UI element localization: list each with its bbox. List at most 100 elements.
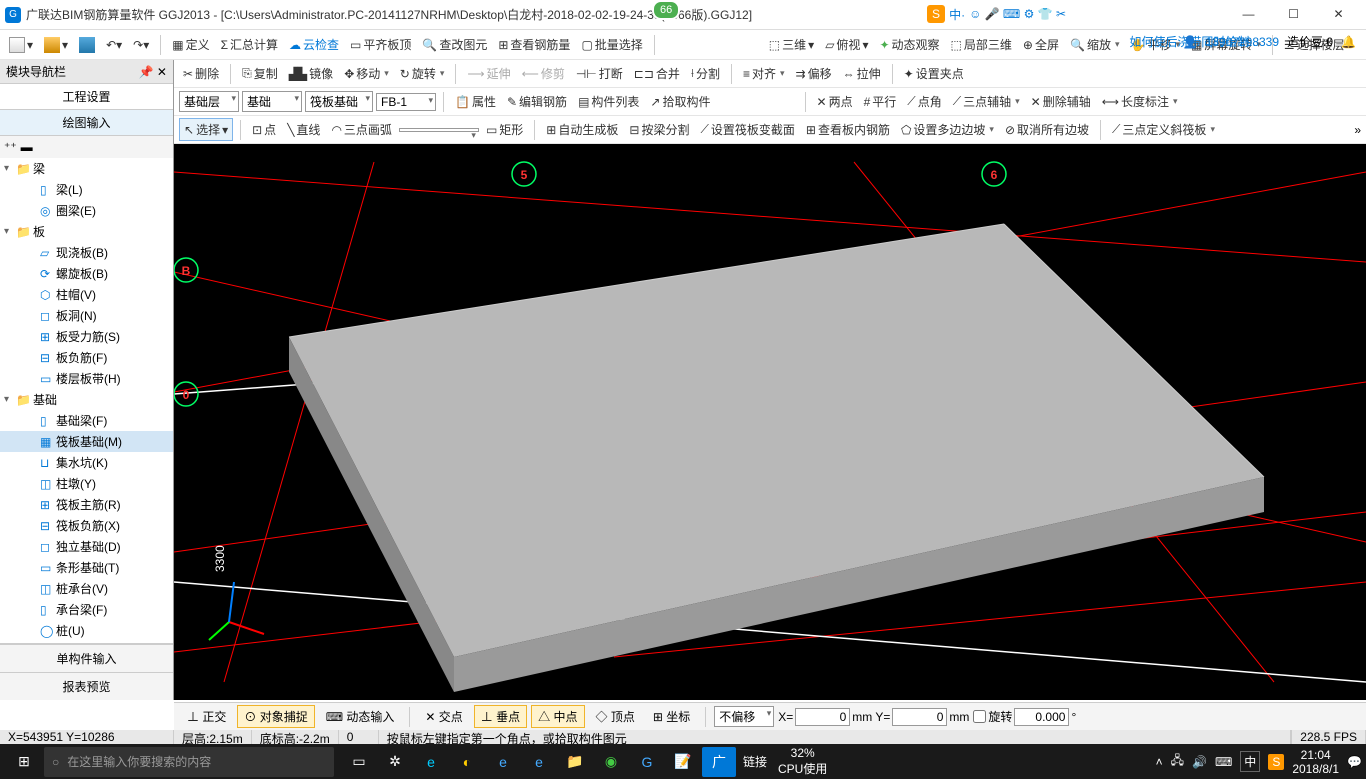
new-file-button[interactable]: ▾ bbox=[5, 35, 37, 55]
undo-button[interactable]: ↶▾ bbox=[102, 36, 126, 54]
select-tool[interactable]: ↖ 选择 ▾ bbox=[179, 118, 233, 141]
trim-button[interactable]: ⟵ 修剪 bbox=[518, 63, 569, 84]
rotate-button[interactable]: ↻ 旋转 bbox=[396, 63, 449, 84]
tree-slab-hole[interactable]: ◻板洞(N) bbox=[0, 305, 173, 326]
pin-icon[interactable]: 📌 ✕ bbox=[139, 65, 167, 79]
batch-select-button[interactable]: ▢ 批量选择 bbox=[577, 34, 646, 55]
tree-floor-band[interactable]: ▭楼层板带(H) bbox=[0, 368, 173, 389]
intersect-snap[interactable]: ✕ 交点 bbox=[418, 705, 469, 728]
tree-strip-found[interactable]: ▭条形基础(T) bbox=[0, 557, 173, 578]
tree-ring-beam[interactable]: ◎圈梁(E) bbox=[0, 200, 173, 221]
local-3d-button[interactable]: ⬚ 局部三维 bbox=[947, 34, 1016, 55]
mirror-button[interactable]: ▟▙ 镜像 bbox=[285, 63, 337, 84]
collapse-icon[interactable]: ▬ bbox=[21, 140, 33, 154]
type-combo[interactable]: 筏板基础 bbox=[305, 91, 373, 112]
tab-project-settings[interactable]: 工程设置 bbox=[0, 84, 173, 110]
tree-pile[interactable]: ◯桩(U) bbox=[0, 620, 173, 641]
three-pt-slant-button[interactable]: ⟋ 三点定义斜筏板 bbox=[1108, 119, 1219, 140]
parallel-button[interactable]: # 平行 bbox=[860, 91, 901, 112]
tree-slab-neg[interactable]: ⊟板负筋(F) bbox=[0, 347, 173, 368]
save-button[interactable] bbox=[75, 35, 99, 55]
edit-steel-button[interactable]: ✎ 编辑钢筋 bbox=[503, 91, 571, 112]
fullscreen-button[interactable]: ⊕ 全屏 bbox=[1019, 34, 1063, 55]
dynamic-input-toggle[interactable]: ⌨ 动态输入 bbox=[319, 705, 402, 728]
three-pt-axis-button[interactable]: ⟋ 三点辅轴 bbox=[949, 91, 1024, 112]
coord-snap[interactable]: ⊞ 坐标 bbox=[646, 705, 697, 728]
fixture-button[interactable]: ✦ 设置夹点 bbox=[900, 63, 968, 84]
line-style-combo[interactable] bbox=[399, 128, 479, 132]
sum-button[interactable]: Σ 汇总计算 bbox=[217, 34, 282, 55]
ortho-toggle[interactable]: ⊥ 正交 bbox=[180, 705, 233, 728]
define-button[interactable]: ▦ 定义 bbox=[168, 34, 213, 55]
bell-icon[interactable]: 🔔 bbox=[1341, 35, 1356, 49]
props-button[interactable]: 📋 属性 bbox=[451, 91, 500, 112]
name-combo[interactable]: FB-1 bbox=[376, 93, 436, 111]
split-beam-button[interactable]: ⊟ 按梁分割 bbox=[625, 119, 693, 140]
tab-draw-input[interactable]: 绘图输入 bbox=[0, 110, 173, 136]
tree-pier[interactable]: ◫柱墩(Y) bbox=[0, 473, 173, 494]
ie2-icon[interactable]: e bbox=[522, 747, 556, 777]
stretch-button[interactable]: ⇔ 拉伸 bbox=[839, 63, 885, 84]
category-combo[interactable]: 基础 bbox=[242, 91, 302, 112]
tree-sump[interactable]: ⊔集水坑(K) bbox=[0, 452, 173, 473]
break-button[interactable]: ⊣⊢ 打断 bbox=[572, 63, 627, 84]
tab-single-input[interactable]: 单构件输入 bbox=[0, 644, 173, 672]
arc-tool[interactable]: ◠ 三点画弧 bbox=[327, 119, 396, 140]
member-list-button[interactable]: ▤ 构件列表 bbox=[574, 91, 643, 112]
tree-spiral-slab[interactable]: ⟳螺旋板(B) bbox=[0, 263, 173, 284]
tree-raft-neg[interactable]: ⊟筏板负筋(X) bbox=[0, 515, 173, 536]
link-icon[interactable]: 链接 bbox=[738, 747, 772, 777]
tree-cast-slab[interactable]: ▱现浇板(B) bbox=[0, 242, 173, 263]
tree-beam[interactable]: ▯梁(L) bbox=[0, 179, 173, 200]
tree-beam-group[interactable]: ▾📁梁 bbox=[0, 158, 173, 179]
tree-slab-group[interactable]: ▾📁板 bbox=[0, 221, 173, 242]
close-button[interactable]: ✕ bbox=[1316, 2, 1361, 27]
y-input[interactable] bbox=[892, 708, 947, 726]
tab-report[interactable]: 报表预览 bbox=[0, 672, 173, 700]
pick-member-button[interactable]: ↗ 拾取构件 bbox=[646, 91, 714, 112]
note-icon[interactable]: 📝 bbox=[666, 747, 700, 777]
tree-col-cap[interactable]: ⬡柱帽(V) bbox=[0, 284, 173, 305]
tree-pile-cap[interactable]: ◫桩承台(V) bbox=[0, 578, 173, 599]
tray-time[interactable]: 21:04 bbox=[1292, 748, 1339, 762]
delete-button[interactable]: ✂ 删除 bbox=[179, 63, 223, 84]
extend-button[interactable]: ⟶ 延伸 bbox=[463, 63, 514, 84]
tray-sogou[interactable]: S bbox=[1268, 754, 1284, 770]
explorer-icon[interactable]: 📁 bbox=[558, 747, 592, 777]
ie-icon[interactable]: e bbox=[486, 747, 520, 777]
rotate-checkbox[interactable] bbox=[973, 710, 986, 723]
set-polygon-slope-button[interactable]: ⬠ 设置多边边坡 bbox=[897, 119, 998, 140]
flat-roof-button[interactable]: ▭ 平齐板顶 bbox=[346, 34, 415, 55]
top-view-button[interactable]: ▱ 俯视▾ bbox=[821, 34, 872, 55]
merge-button[interactable]: ⊏⊐ 合并 bbox=[630, 63, 684, 84]
perp-snap[interactable]: ⊥ 垂点 bbox=[474, 705, 527, 728]
cloud-check-button[interactable]: ☁ 云检查 bbox=[285, 34, 343, 55]
tray-keyboard-icon[interactable]: ⌨ bbox=[1215, 755, 1232, 769]
tree-raft-main[interactable]: ⊞筏板主筋(R) bbox=[0, 494, 173, 515]
offset-mode-combo[interactable]: 不偏移 bbox=[714, 706, 774, 727]
offset-button[interactable]: ⇉ 偏移 bbox=[792, 63, 836, 84]
g-icon[interactable]: G bbox=[630, 747, 664, 777]
start-button[interactable]: ⊞ bbox=[4, 753, 44, 770]
mid-snap[interactable]: △ 中点 bbox=[531, 705, 584, 728]
x-input[interactable] bbox=[795, 708, 850, 726]
app-fan-icon[interactable]: ✲ bbox=[378, 747, 412, 777]
minimize-button[interactable]: — bbox=[1226, 2, 1271, 27]
move-button[interactable]: ✥ 移动 bbox=[340, 63, 393, 84]
tray-vol-icon[interactable]: 🔊 bbox=[1192, 755, 1207, 769]
dynamic-orbit-button[interactable]: ✦ 动态观察 bbox=[875, 34, 943, 55]
browser-icon[interactable]: ◐ bbox=[450, 747, 484, 777]
open-file-button[interactable]: ▾ bbox=[40, 35, 72, 55]
ime-toolbar[interactable]: S中·☺ 🎤 ⌨ ⚙ 👕 ✂ bbox=[927, 5, 1066, 23]
snap-toggle[interactable]: ⊙ 对象捕捉 bbox=[237, 705, 314, 728]
chat-icon[interactable]: ◉ bbox=[594, 747, 628, 777]
rotate-input[interactable] bbox=[1014, 708, 1069, 726]
auto-gen-slab-button[interactable]: ⊞ 自动生成板 bbox=[542, 119, 622, 140]
set-section-button[interactable]: ⟋ 设置筏板变截面 bbox=[696, 119, 798, 140]
taskbar-search[interactable]: ○在这里输入你要搜索的内容 bbox=[44, 747, 334, 777]
tray-net-icon[interactable]: 🖧 bbox=[1171, 751, 1184, 772]
3d-viewport[interactable]: 5 6 B 0 3300 bbox=[174, 144, 1366, 700]
tree-found-beam[interactable]: ▯基础梁(F) bbox=[0, 410, 173, 431]
view-gy-button[interactable]: 🔍 查改图元 bbox=[418, 34, 491, 55]
tree-iso-found[interactable]: ◻独立基础(D) bbox=[0, 536, 173, 557]
